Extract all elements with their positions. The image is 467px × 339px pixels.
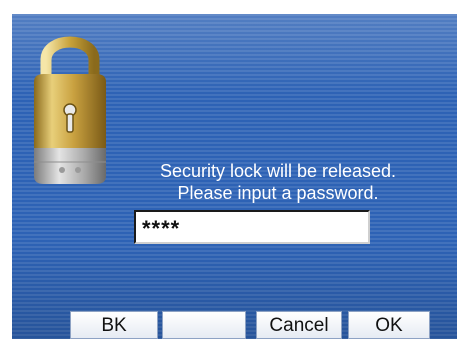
password-input[interactable]: ****: [134, 210, 370, 244]
dialog-message: Security lock will be released. Please i…: [108, 160, 448, 204]
security-lock-screen: Security lock will be released. Please i…: [12, 14, 457, 339]
softkey-bk[interactable]: BK: [70, 311, 158, 339]
padlock-icon: [28, 30, 112, 190]
message-line-1: Security lock will be released.: [159, 161, 397, 181]
message-line-2: Please input a password.: [177, 183, 379, 203]
softkey-cancel[interactable]: Cancel: [256, 311, 342, 339]
softkey-ok[interactable]: OK: [348, 311, 430, 339]
softkey-blank[interactable]: [162, 311, 246, 339]
